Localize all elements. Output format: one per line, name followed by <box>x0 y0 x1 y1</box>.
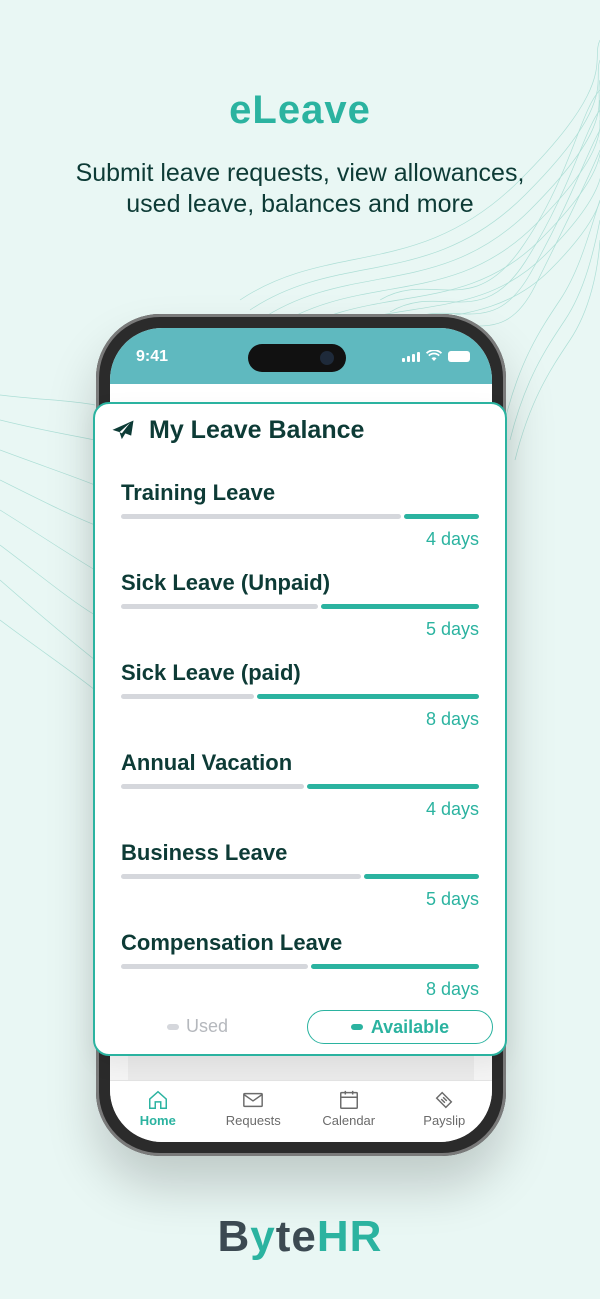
legend-available-label: Available <box>370 1016 450 1037</box>
used-swatch <box>167 1023 179 1030</box>
bar-used <box>121 604 318 609</box>
bar-available <box>404 514 479 519</box>
leave-name: Annual Vacation <box>121 750 293 775</box>
wifi-icon <box>426 350 442 361</box>
legend-available-toggle[interactable]: Available <box>307 1010 493 1044</box>
leave-days: 8 days <box>425 709 479 729</box>
calendar-icon <box>339 1090 358 1109</box>
leave-days: 4 days <box>425 799 479 819</box>
ticket-icon <box>435 1091 453 1109</box>
card-title: My Leave Balance <box>149 416 365 444</box>
bar-used <box>121 964 308 969</box>
bar-used <box>121 694 254 699</box>
bar-available <box>307 784 479 789</box>
logo-part: y <box>250 1212 276 1261</box>
status-bar: 9:41 <box>110 328 492 384</box>
legend-used-toggle[interactable]: Used <box>167 1016 228 1037</box>
app-subtitle: Submit leave requests, view allowances, … <box>75 159 525 218</box>
leave-name: Sick Leave (Unpaid) <box>121 570 331 595</box>
dynamic-island <box>248 344 346 372</box>
logo-part: te <box>275 1212 317 1261</box>
leave-days: 5 days <box>425 889 479 909</box>
bar-available <box>257 694 479 699</box>
leave-progress-bar <box>121 514 479 519</box>
home-icon <box>148 1090 167 1109</box>
leave-name: Training Leave <box>121 480 276 505</box>
bar-available <box>364 874 479 879</box>
leave-item-training[interactable]: Training Leave 4 days <box>121 480 481 550</box>
leave-progress-bar <box>121 694 479 699</box>
bar-used <box>121 874 361 879</box>
tab-label: Calendar <box>322 1113 376 1128</box>
bar-used <box>121 514 401 519</box>
leave-item-annual-vacation[interactable]: Annual Vacation 4 days <box>121 750 481 820</box>
leave-item-compensation[interactable]: Compensation Leave 8 days <box>121 930 481 1000</box>
card-header: My Leave Balance <box>109 416 364 445</box>
tab-payslip[interactable]: Payslip <box>399 1089 489 1128</box>
bar-available <box>321 604 479 609</box>
leave-days: 4 days <box>425 529 479 549</box>
status-time: 9:41 <box>136 348 169 365</box>
tab-label: Requests <box>225 1113 281 1128</box>
signal-icon <box>402 352 420 362</box>
tab-label: Home <box>139 1113 176 1128</box>
leave-progress-bar <box>121 604 479 609</box>
logo-part: B <box>217 1212 251 1261</box>
bar-available <box>311 964 479 969</box>
leave-name: Business Leave <box>121 840 288 865</box>
leave-progress-bar <box>121 874 479 879</box>
leave-item-sick-unpaid[interactable]: Sick Leave (Unpaid) 5 days <box>121 570 481 640</box>
tab-home[interactable]: Home <box>113 1089 203 1128</box>
available-swatch <box>350 1024 363 1030</box>
bottom-tab-bar: Home Requests Calendar Payslip <box>110 1080 492 1142</box>
leave-item-business[interactable]: Business Leave 5 days <box>121 840 481 910</box>
bar-used <box>121 784 304 789</box>
leave-name: Compensation Leave <box>121 930 343 955</box>
leave-days: 8 days <box>425 979 479 999</box>
leave-balance-card: My Leave Balance Training Leave 4 days S… <box>93 402 507 1056</box>
tab-requests[interactable]: Requests <box>208 1089 298 1128</box>
status-icons <box>402 350 470 362</box>
mail-icon <box>243 1092 264 1108</box>
battery-icon <box>448 351 470 362</box>
tab-label: Payslip <box>423 1113 466 1128</box>
leave-days: 5 days <box>425 619 479 639</box>
leave-progress-bar <box>121 964 479 969</box>
bytehr-logo: ByteHR <box>0 1212 600 1262</box>
leave-item-sick-paid[interactable]: Sick Leave (paid) 8 days <box>121 660 481 730</box>
leave-progress-bar <box>121 784 479 789</box>
legend-used-label: Used <box>186 1016 229 1036</box>
app-title: eLeave <box>229 88 371 132</box>
airplane-icon <box>112 420 134 439</box>
logo-part: HR <box>316 1212 383 1261</box>
tab-calendar[interactable]: Calendar <box>304 1089 394 1128</box>
leave-name: Sick Leave (paid) <box>121 660 301 685</box>
legend: Used Available <box>95 1010 505 1044</box>
